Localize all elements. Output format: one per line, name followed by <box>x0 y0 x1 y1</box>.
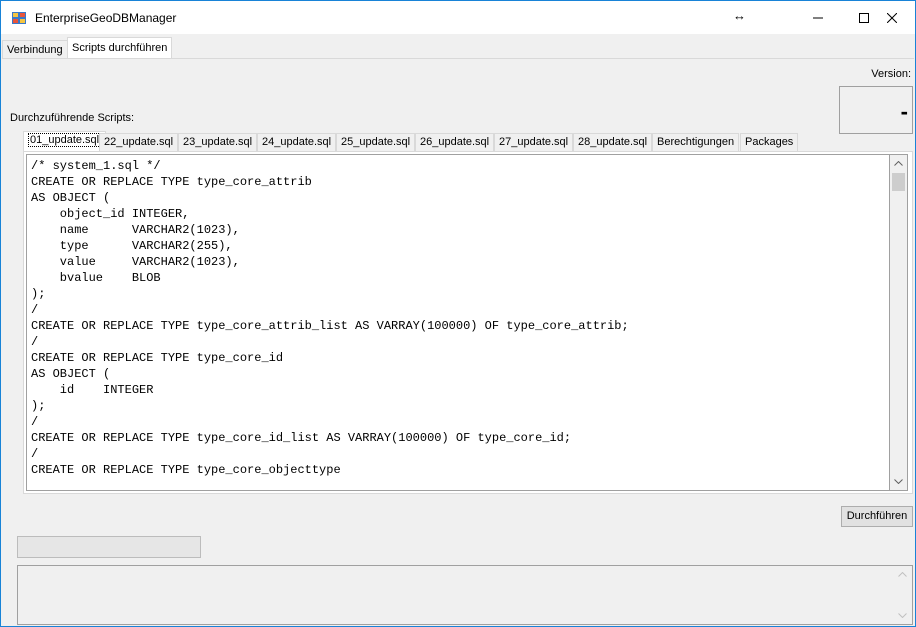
app-window: EnterpriseGeoDBManager ↔ Verbindung Scri… <box>0 0 916 627</box>
script-editor[interactable]: /* system_1.sql */ CREATE OR REPLACE TYP… <box>26 154 890 491</box>
scroll-down-icon[interactable] <box>894 607 911 624</box>
version-value: - <box>900 99 908 124</box>
script-tab-strip: 01_update.sql 22_update.sql 23_update.sq… <box>23 131 903 152</box>
tab-22-update-sql[interactable]: 22_update.sql <box>99 133 179 151</box>
tab-packages[interactable]: Packages <box>740 133 799 151</box>
log-scrollbar[interactable] <box>894 566 912 624</box>
app-icon <box>12 12 26 24</box>
progress-bar <box>17 536 201 558</box>
run-button[interactable]: Durchführen <box>841 506 913 527</box>
scroll-thumb[interactable] <box>892 173 905 191</box>
tab-25-update-sql[interactable]: 25_update.sql <box>336 133 416 151</box>
minimize-button[interactable] <box>795 1 841 34</box>
tab-berechtigungen[interactable]: Berechtigungen <box>652 133 740 151</box>
script-editor-frame: /* system_1.sql */ CREATE OR REPLACE TYP… <box>23 151 913 494</box>
tab-label: 01_update.sql <box>28 133 102 147</box>
tab-26-update-sql[interactable]: 26_update.sql <box>415 133 495 151</box>
scroll-up-icon[interactable] <box>890 155 907 172</box>
log-output[interactable] <box>17 565 913 625</box>
close-button[interactable] <box>869 1 915 34</box>
tab-28-update-sql[interactable]: 28_update.sql <box>573 133 653 151</box>
tab-27-update-sql[interactable]: 27_update.sql <box>494 133 574 151</box>
minimize-icon <box>813 17 823 18</box>
tab-23-update-sql[interactable]: 23_update.sql <box>178 133 258 151</box>
version-box: - <box>839 86 913 134</box>
close-icon <box>887 12 897 23</box>
resize-arrows-icon: ↔ <box>733 8 746 23</box>
tab-24-update-sql[interactable]: 24_update.sql <box>257 133 337 151</box>
editor-scrollbar[interactable] <box>890 154 908 491</box>
tab-01-update-sql[interactable]: 01_update.sql <box>23 131 107 152</box>
tab-scripts-durchfuehren[interactable]: Scripts durchführen <box>67 37 173 59</box>
maximize-icon <box>859 12 869 23</box>
main-tab-strip: Verbindung Scripts durchführen <box>2 37 914 59</box>
tab-verbindung[interactable]: Verbindung <box>2 40 68 58</box>
scripts-label: Durchzuführende Scripts: <box>10 112 135 124</box>
version-label: Version: <box>871 68 911 80</box>
title-bar[interactable]: EnterpriseGeoDBManager ↔ <box>1 1 915 34</box>
scroll-down-icon[interactable] <box>890 473 907 490</box>
window-title: EnterpriseGeoDBManager <box>35 11 177 25</box>
scroll-up-icon[interactable] <box>894 566 911 583</box>
